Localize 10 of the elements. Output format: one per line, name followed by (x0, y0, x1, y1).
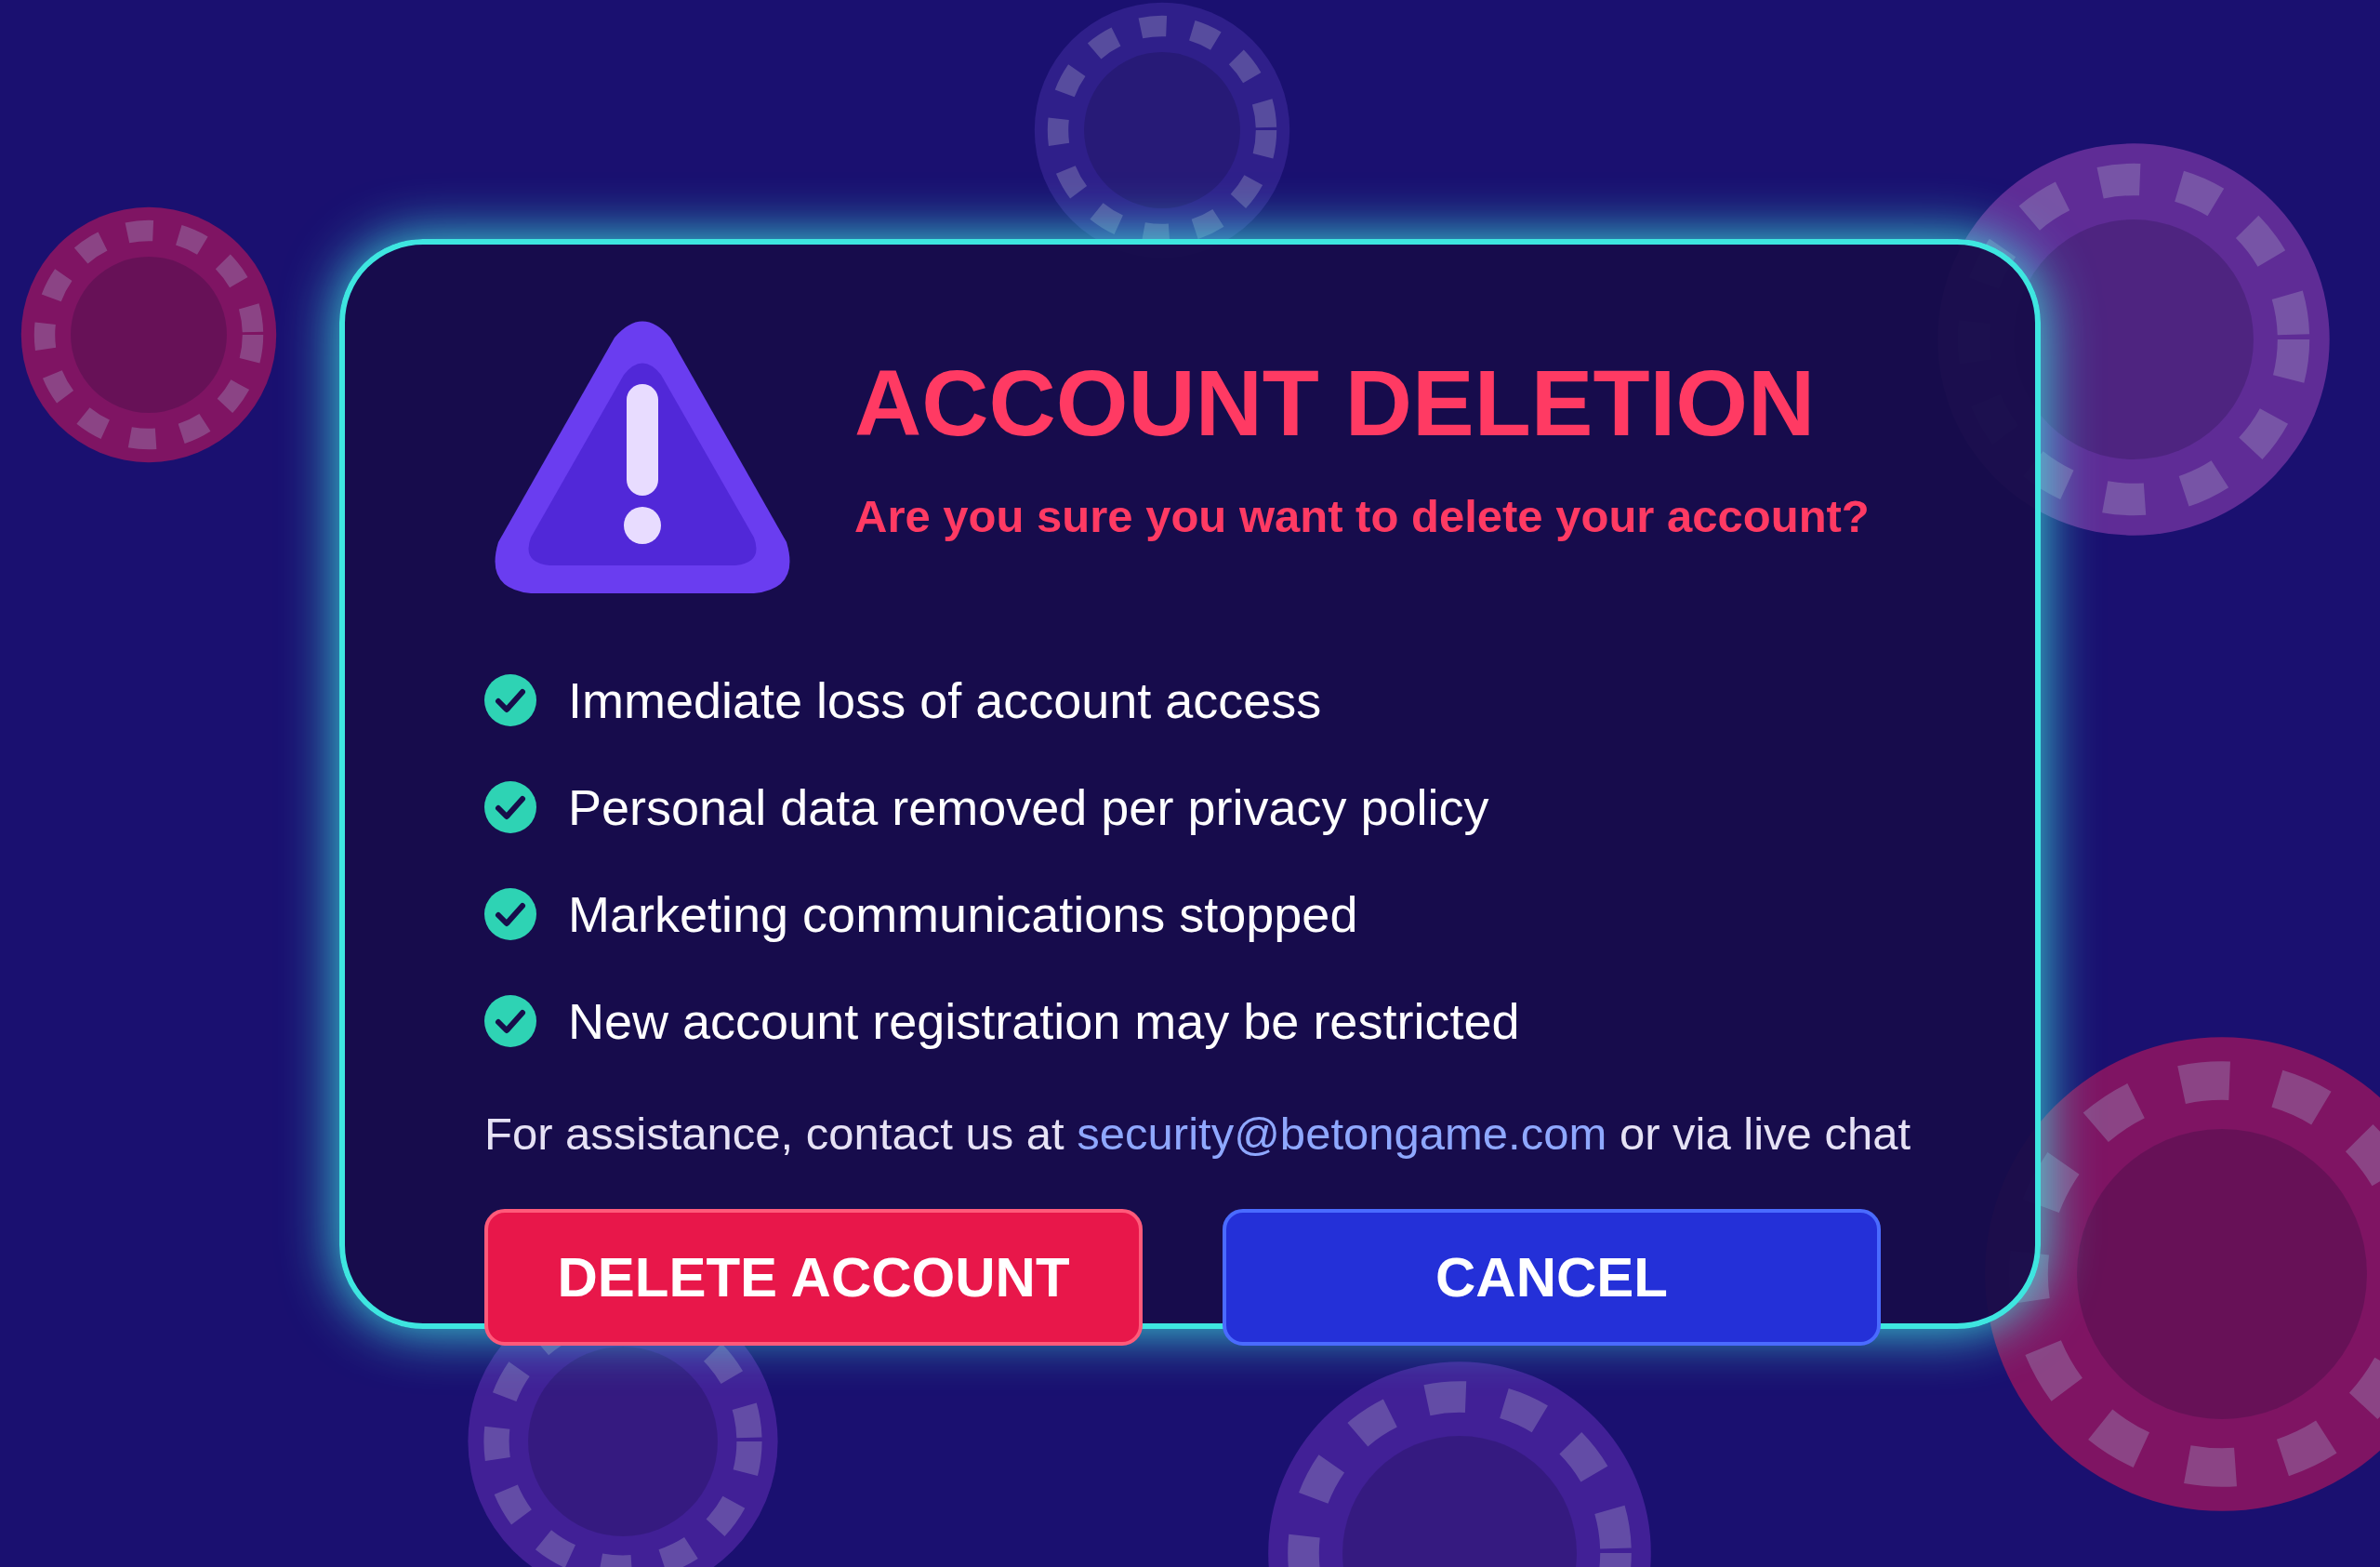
consequence-text: New account registration may be restricted (568, 991, 1520, 1051)
consequence-text: Marketing communications stopped (568, 884, 1358, 944)
dialog-title: ACCOUNT DELETION (854, 355, 1816, 449)
consequence-text: Personal data removed per privacy policy (568, 777, 1489, 837)
delete-account-button[interactable]: DELETE ACCOUNT (484, 1209, 1143, 1346)
cancel-button[interactable]: CANCEL (1223, 1209, 1881, 1346)
email-link[interactable]: security@betongame.com (1077, 1108, 1607, 1159)
consequence-text: Immediate loss of account access (568, 671, 1322, 730)
dialog-subtitle: Are you sure you want to delete your account? (854, 489, 1870, 543)
help-text: For assistance, contact us at security@betongame.com or via live chat (484, 1107, 1912, 1161)
